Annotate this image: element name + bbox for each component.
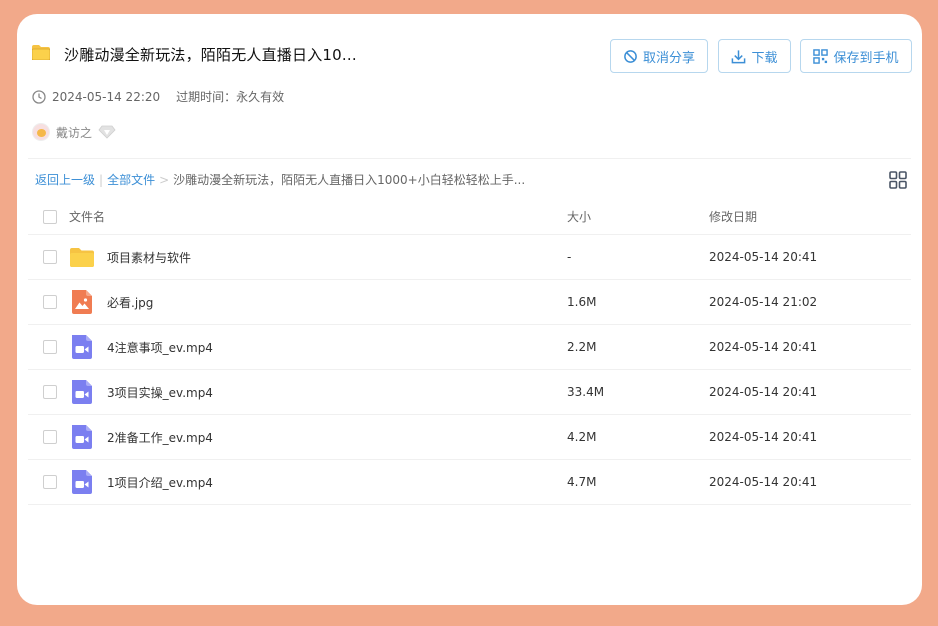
table-row[interactable]: 3项目实操_ev.mp4 33.4M 2024-05-14 20:41 bbox=[28, 370, 911, 415]
table-row[interactable]: 项目素材与软件 - 2024-05-14 20:41 bbox=[28, 235, 911, 280]
file-name[interactable]: 4注意事项_ev.mp4 bbox=[107, 339, 213, 356]
row-checkbox[interactable] bbox=[43, 385, 57, 399]
file-size: 4.7M bbox=[567, 475, 597, 489]
column-name: 文件名 bbox=[28, 208, 528, 225]
folder-icon bbox=[70, 248, 94, 267]
breadcrumb-separator: | bbox=[99, 172, 104, 187]
breadcrumb-current: 沙雕动漫全新玩法，陌陌无人直播日入1000+小白轻松轻松上手... bbox=[173, 173, 526, 187]
back-link[interactable]: 返回上一级 bbox=[35, 171, 95, 188]
file-name[interactable]: 2准备工作_ev.mp4 bbox=[107, 429, 213, 446]
avatar bbox=[32, 123, 50, 141]
row-name-cell: 项目素材与软件 bbox=[28, 244, 528, 270]
diamond-icon bbox=[98, 125, 116, 139]
cancel-share-label: 取消分享 bbox=[642, 50, 695, 66]
select-all-checkbox[interactable] bbox=[43, 209, 57, 224]
row-name-cell: 1项目介绍_ev.mp4 bbox=[28, 469, 528, 495]
save-to-phone-button[interactable]: 保存到手机 bbox=[800, 39, 912, 73]
file-table: 文件名 大小 修改日期 项目素材与软件 - 2024-05-14 20:41 必… bbox=[28, 199, 911, 505]
breadcrumb: 返回上一级 | 全部文件 > 沙雕动漫全新玩法，陌陌无人直播日入1000+小白轻… bbox=[35, 171, 525, 188]
file-name[interactable]: 必看.jpg bbox=[107, 294, 153, 311]
clock-icon bbox=[32, 89, 46, 104]
cancel-share-button[interactable]: 取消分享 bbox=[610, 39, 708, 73]
row-checkbox[interactable] bbox=[43, 475, 57, 489]
share-title: 沙雕动漫全新玩法，陌陌无人直播日入10... bbox=[64, 46, 357, 64]
column-date: 修改日期 bbox=[709, 210, 758, 224]
file-name[interactable]: 1项目介绍_ev.mp4 bbox=[107, 474, 213, 491]
grid-view-icon[interactable] bbox=[889, 171, 907, 189]
qrcode-icon bbox=[813, 48, 829, 64]
divider bbox=[28, 158, 911, 159]
row-checkbox[interactable] bbox=[43, 430, 57, 444]
file-size: 4.2M bbox=[567, 430, 597, 444]
save-to-phone-label: 保存到手机 bbox=[833, 50, 899, 66]
share-card: 沙雕动漫全新玩法，陌陌无人直播日入10... 取消分享 下载 保存到手机 202… bbox=[17, 14, 922, 605]
file-date: 2024-05-14 20:41 bbox=[709, 250, 818, 264]
row-name-cell: 4注意事项_ev.mp4 bbox=[28, 334, 528, 360]
download-label: 下载 bbox=[751, 50, 778, 66]
download-button[interactable]: 下载 bbox=[718, 39, 791, 73]
sharer-info: 戴访之 bbox=[32, 123, 116, 141]
file-date: 2024-05-14 20:41 bbox=[709, 430, 818, 444]
image-file-icon bbox=[72, 290, 92, 314]
table-row[interactable]: 必看.jpg 1.6M 2024-05-14 21:02 bbox=[28, 280, 911, 325]
table-row[interactable]: 4注意事项_ev.mp4 2.2M 2024-05-14 20:41 bbox=[28, 325, 911, 370]
column-size: 大小 bbox=[567, 210, 592, 224]
video-file-icon bbox=[72, 335, 92, 359]
table-row[interactable]: 1项目介绍_ev.mp4 4.7M 2024-05-14 20:41 bbox=[28, 460, 911, 505]
row-name-cell: 2准备工作_ev.mp4 bbox=[28, 424, 528, 450]
expire-time: 过期时间：永久有效 bbox=[176, 90, 285, 104]
row-checkbox[interactable] bbox=[43, 340, 57, 354]
file-name[interactable]: 3项目实操_ev.mp4 bbox=[107, 384, 213, 401]
file-date: 2024-05-14 20:41 bbox=[709, 340, 818, 354]
video-file-icon bbox=[72, 470, 92, 494]
table-header: 文件名 大小 修改日期 bbox=[28, 199, 911, 235]
all-files-link[interactable]: 全部文件 bbox=[107, 171, 155, 188]
share-meta: 2024-05-14 22:20 过期时间：永久有效 bbox=[32, 88, 284, 105]
file-date: 2024-05-14 20:41 bbox=[709, 475, 818, 489]
file-size: 33.4M bbox=[567, 385, 605, 399]
row-name-cell: 必看.jpg bbox=[28, 289, 528, 315]
file-date: 2024-05-14 20:41 bbox=[709, 385, 818, 399]
column-name-label: 文件名 bbox=[69, 210, 106, 224]
user-name: 戴访之 bbox=[56, 125, 93, 140]
breadcrumb-arrow: > bbox=[159, 172, 170, 187]
folder-icon bbox=[32, 45, 50, 60]
file-name[interactable]: 项目素材与软件 bbox=[107, 249, 191, 266]
file-size: - bbox=[567, 250, 572, 264]
file-size: 1.6M bbox=[567, 295, 597, 309]
download-icon bbox=[732, 49, 746, 63]
file-size: 2.2M bbox=[567, 340, 597, 354]
video-file-icon bbox=[72, 425, 92, 449]
share-timestamp: 2024-05-14 22:20 bbox=[52, 89, 161, 104]
row-checkbox[interactable] bbox=[43, 295, 57, 309]
ban-icon bbox=[624, 49, 637, 63]
row-name-cell: 3项目实操_ev.mp4 bbox=[28, 379, 528, 405]
table-row[interactable]: 2准备工作_ev.mp4 4.2M 2024-05-14 20:41 bbox=[28, 415, 911, 460]
file-date: 2024-05-14 21:02 bbox=[709, 295, 818, 309]
row-checkbox[interactable] bbox=[43, 250, 57, 264]
video-file-icon bbox=[72, 380, 92, 404]
